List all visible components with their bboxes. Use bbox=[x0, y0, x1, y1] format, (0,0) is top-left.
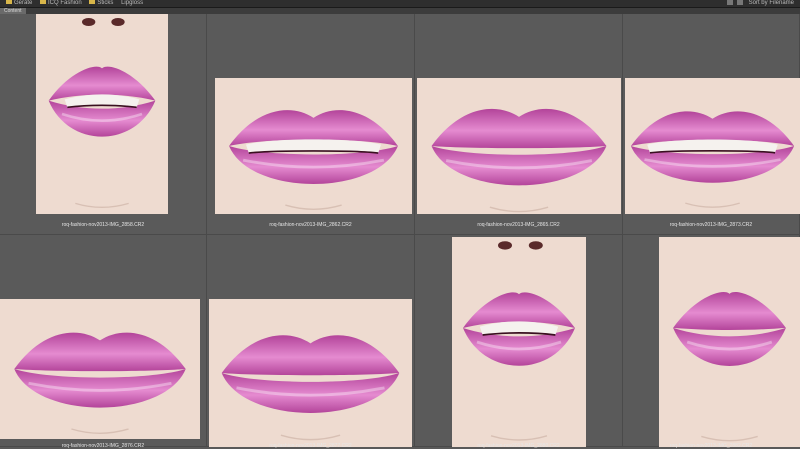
thumbnail-grid: roq-fashion-nov2013-IMG_2858.CR2 roq-fas… bbox=[0, 14, 800, 449]
thumbnail-filename: roq-fashion-nov2013-IMG_2865.CR2 bbox=[477, 222, 560, 228]
thumbnail-image[interactable] bbox=[209, 299, 412, 447]
thumbnail-image[interactable] bbox=[0, 299, 200, 439]
sort-menu[interactable]: Sort by Filename bbox=[749, 0, 794, 6]
breadcrumb[interactable]: Sticks bbox=[89, 0, 113, 7]
thumbnail-cell[interactable]: roq-fashion-nov2013-IMG_2873.CR2 bbox=[623, 14, 800, 235]
thumbnail-image[interactable] bbox=[417, 78, 621, 214]
thumbnail-image[interactable] bbox=[659, 237, 800, 447]
thumbnail-cell[interactable]: roq-fashion-nov2013-IMG_2865.CR2 bbox=[415, 14, 623, 235]
thumbnail-filename: roq-fashion-nov2013-IMG_2858.CR2 bbox=[61, 222, 145, 228]
thumbnail-cell[interactable]: roq-fashion-nov2013-IMG_2858.CR2 bbox=[0, 14, 207, 235]
thumbnail-filename: roq-fashion-nov2013-IMG_2876.CR2 bbox=[61, 443, 145, 449]
thumbnail-filename: roq-fashion-nov2013-IMG_2882.CR2 bbox=[669, 443, 753, 449]
thumbnail-cell[interactable]: roq-fashion-nov2013-IMG_2876.CR2 bbox=[0, 235, 207, 449]
view-grid-icon[interactable] bbox=[727, 0, 734, 5]
view-list-icon[interactable] bbox=[736, 0, 743, 5]
folder-icon bbox=[89, 0, 96, 5]
thumbnail-cell[interactable]: roq-fashion-nov2013-IMG_2877.CR2 bbox=[207, 235, 415, 449]
thumbnail-image[interactable] bbox=[36, 14, 168, 214]
breadcrumb[interactable]: Lipgloss bbox=[121, 0, 143, 7]
thumbnail-cell[interactable]: roq-fashion-nov2013-IMG_2882.CR2 bbox=[623, 235, 800, 449]
folder-icon bbox=[6, 0, 12, 5]
thumbnail-filename: roq-fashion-nov2013-IMG_2877.CR2 bbox=[269, 443, 352, 449]
path-bar: Geräte ICQ Fashion Sticks Lipgloss Sort … bbox=[0, 0, 800, 8]
thumbnail-filename: roq-fashion-nov2013-IMG_2862.CR2 bbox=[269, 222, 352, 228]
thumbnail-filename: roq-fashion-nov2013-IMG_2873.CR2 bbox=[669, 222, 753, 228]
thumbnail-filename: roq-fashion-nov2013-IMG_2880.CR2 bbox=[477, 443, 560, 449]
breadcrumb[interactable]: Geräte bbox=[6, 0, 32, 7]
thumbnail-cell[interactable]: roq-fashion-nov2013-IMG_2880.CR2 bbox=[415, 235, 623, 449]
thumbnail-image[interactable] bbox=[452, 237, 586, 447]
breadcrumb[interactable]: ICQ Fashion bbox=[40, 0, 82, 7]
thumbnail-image[interactable] bbox=[625, 78, 800, 214]
thumbnail-cell[interactable]: roq-fashion-nov2013-IMG_2862.CR2 bbox=[207, 14, 415, 235]
folder-icon bbox=[40, 0, 47, 5]
thumbnail-image[interactable] bbox=[215, 78, 412, 214]
